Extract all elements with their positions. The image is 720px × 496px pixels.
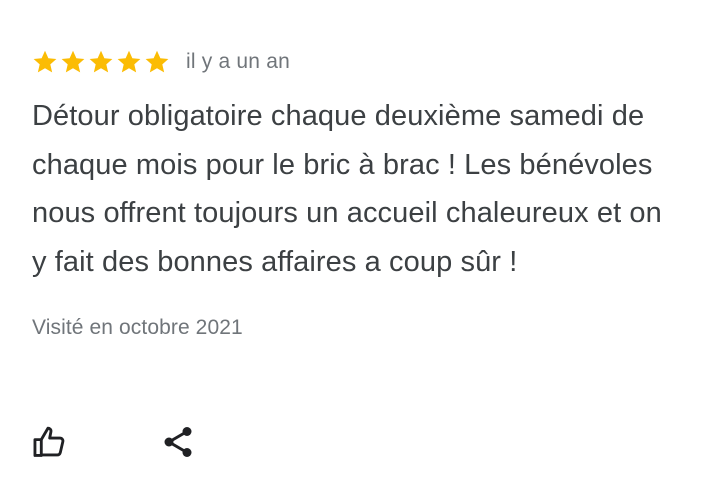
star-rating	[32, 49, 172, 75]
share-icon	[160, 424, 196, 460]
like-button[interactable]	[30, 420, 70, 464]
review-actions	[32, 420, 198, 464]
review-time-ago: il y a un an	[186, 50, 290, 73]
visit-date: Visité en octobre 2021	[32, 316, 243, 339]
star-icon	[144, 49, 170, 75]
share-button[interactable]	[158, 420, 198, 464]
rating-row: il y a un an	[32, 44, 692, 80]
star-icon	[116, 49, 142, 75]
star-icon	[32, 49, 58, 75]
review-text: Détour obligatoire chaque deuxième samed…	[32, 100, 662, 278]
thumb-up-icon	[31, 423, 69, 461]
star-icon	[88, 49, 114, 75]
review-card: il y a un an Détour obligatoire chaque d…	[32, 44, 692, 340]
star-icon	[60, 49, 86, 75]
